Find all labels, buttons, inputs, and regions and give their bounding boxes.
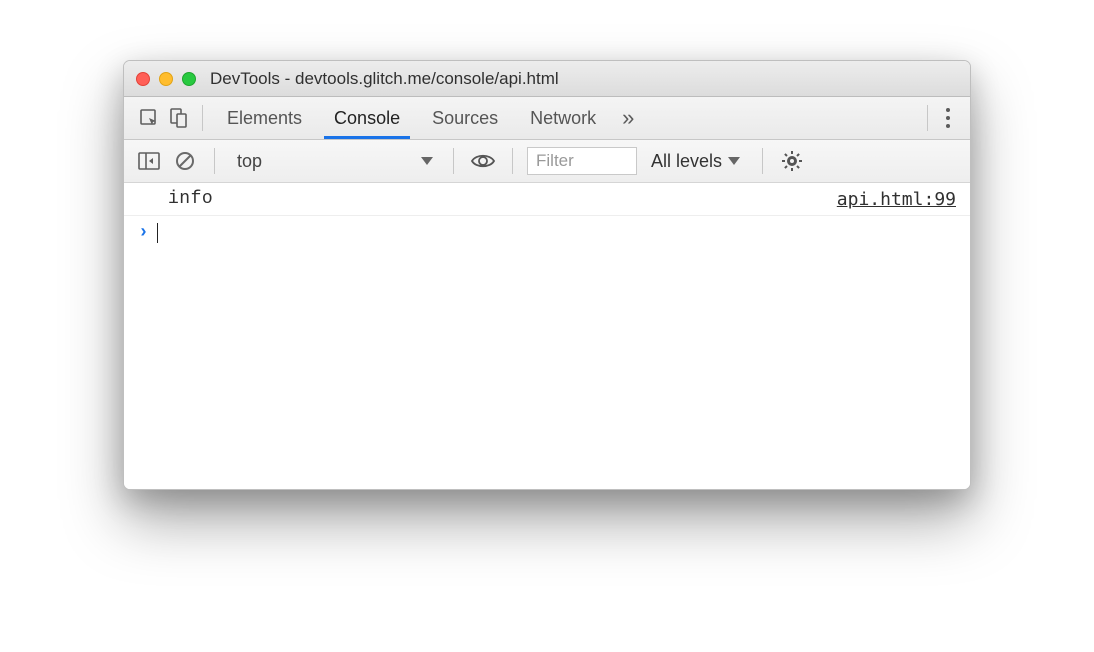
- devtools-window: DevTools - devtools.glitch.me/console/ap…: [123, 60, 971, 490]
- log-levels-label: All levels: [651, 151, 722, 172]
- log-message: info: [168, 189, 837, 209]
- separator: [214, 148, 215, 174]
- log-source-link[interactable]: api.html:99: [837, 189, 956, 210]
- minimize-window-button[interactable]: [159, 72, 173, 86]
- separator: [453, 148, 454, 174]
- more-tabs-icon[interactable]: »: [612, 105, 640, 131]
- titlebar: DevTools - devtools.glitch.me/console/ap…: [124, 61, 970, 97]
- live-expression-icon[interactable]: [468, 146, 498, 176]
- console-sidebar-toggle-icon[interactable]: [134, 146, 164, 176]
- tab-network[interactable]: Network: [514, 97, 612, 139]
- separator: [512, 148, 513, 174]
- separator: [202, 105, 203, 131]
- device-toolbar-icon[interactable]: [164, 103, 194, 133]
- context-selector[interactable]: top: [229, 147, 439, 175]
- tab-elements[interactable]: Elements: [211, 97, 318, 139]
- inspect-element-icon[interactable]: [134, 103, 164, 133]
- filter-input[interactable]: Filter: [527, 147, 637, 175]
- log-levels-selector[interactable]: All levels: [643, 151, 748, 172]
- separator: [762, 148, 763, 174]
- console-output: info api.html:99 ›: [124, 183, 970, 489]
- traffic-lights: [136, 72, 196, 86]
- tab-sources[interactable]: Sources: [416, 97, 514, 139]
- console-settings-icon[interactable]: [777, 146, 807, 176]
- tab-console[interactable]: Console: [318, 97, 416, 139]
- text-caret: [157, 223, 158, 243]
- clear-console-icon[interactable]: [170, 146, 200, 176]
- console-toolbar: top Filter All levels: [124, 140, 970, 183]
- filter-placeholder: Filter: [536, 151, 574, 171]
- chevron-down-icon: [421, 157, 433, 165]
- maximize-window-button[interactable]: [182, 72, 196, 86]
- devtools-tabs: Elements Console Sources Network: [211, 97, 612, 139]
- chevron-down-icon: [728, 157, 740, 165]
- context-selector-label: top: [237, 151, 262, 172]
- separator: [927, 105, 928, 131]
- console-prompt[interactable]: ›: [124, 216, 970, 249]
- log-entry: info api.html:99: [124, 183, 970, 216]
- close-window-button[interactable]: [136, 72, 150, 86]
- window-title: DevTools - devtools.glitch.me/console/ap…: [210, 69, 559, 89]
- prompt-chevron-icon: ›: [138, 223, 149, 243]
- devtools-menu-icon[interactable]: [936, 108, 960, 128]
- devtools-tabs-row: Elements Console Sources Network »: [124, 97, 970, 140]
